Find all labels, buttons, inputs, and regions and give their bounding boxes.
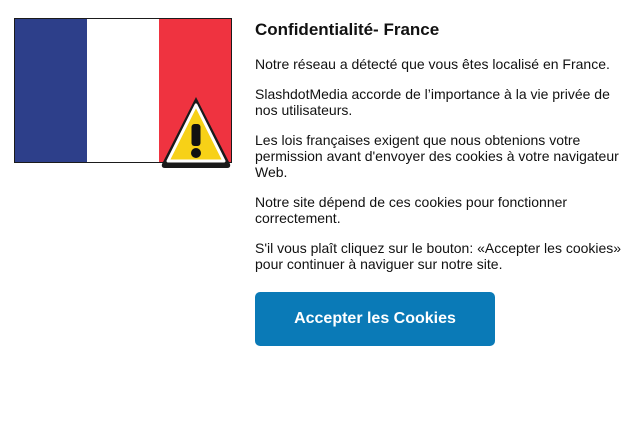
page-title: Confidentialité- France [255,20,440,39]
paragraph-law: Les lois françaises exigent que nous obt… [255,132,619,180]
warning-icon [161,97,231,168]
flag-blue-band [15,19,87,162]
paragraph-location: Notre réseau a détecté que vous êtes loc… [255,56,610,72]
cookie-consent-page: Confidentialité- France Notre réseau a d… [0,0,640,423]
paragraph-dependency: Notre site dépend de ces cookies pour fo… [255,194,568,226]
flag-with-warning [14,18,232,168]
paragraph-instruction: S'il vous plaît cliquez sur le bouton: «… [255,240,622,272]
paragraph-privacy: SlashdotMedia accorde de l’importance à … [255,86,610,118]
accept-cookies-button[interactable]: Accepter les Cookies [255,292,495,346]
consent-content: Confidentialité- France Notre réseau a d… [255,20,625,346]
flag-white-band [87,19,159,162]
